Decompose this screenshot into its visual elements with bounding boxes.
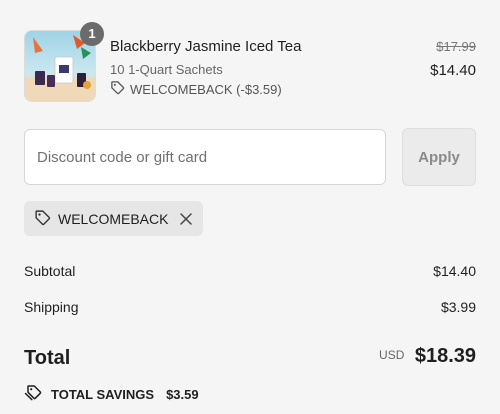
total-amount-group: USD $18.39 (379, 345, 476, 368)
tags-icon (24, 384, 43, 404)
tag-icon (110, 80, 125, 98)
line-item: 1 Blackberry Jasmine Iced Tea 10 1-Quart… (24, 22, 476, 102)
subtotal-value: $14.40 (433, 263, 476, 279)
product-discount-label: WELCOMEBACK (-$3.59) (130, 81, 282, 97)
original-price: $17.99 (436, 39, 476, 54)
order-summary: 1 Blackberry Jasmine Iced Tea 10 1-Quart… (0, 0, 500, 414)
total-savings: TOTAL SAVINGS $3.59 (24, 384, 199, 404)
close-icon[interactable] (179, 212, 193, 226)
quantity-badge: 1 (80, 22, 104, 46)
subtotal-label: Subtotal (24, 263, 76, 279)
total-savings-label: TOTAL SAVINGS (51, 386, 155, 402)
total-label: Total (24, 347, 71, 369)
applied-code-label: WELCOMEBACK (58, 210, 169, 227)
tag-icon (34, 209, 51, 229)
applied-discount-chip: WELCOMEBACK (24, 201, 204, 236)
product-variant: 10 1-Quart Sachets (110, 62, 223, 77)
discount-code-input[interactable] (24, 129, 386, 185)
currency-code: USD (379, 348, 405, 362)
shipping-value: $3.99 (440, 299, 476, 315)
product-discount: WELCOMEBACK (-$3.59) (110, 80, 282, 98)
total-savings-value: $3.59 (166, 386, 199, 402)
product-thumbnail-wrap: 1 (24, 22, 104, 102)
apply-button[interactable]: Apply (402, 128, 476, 186)
shipping-label: Shipping (24, 299, 79, 315)
total-value: $18.39 (414, 345, 476, 367)
product-price: $14.40 (430, 62, 476, 79)
product-title: Blackberry Jasmine Iced Tea (110, 38, 302, 55)
total-row: Total USD $18.39 (24, 345, 476, 375)
